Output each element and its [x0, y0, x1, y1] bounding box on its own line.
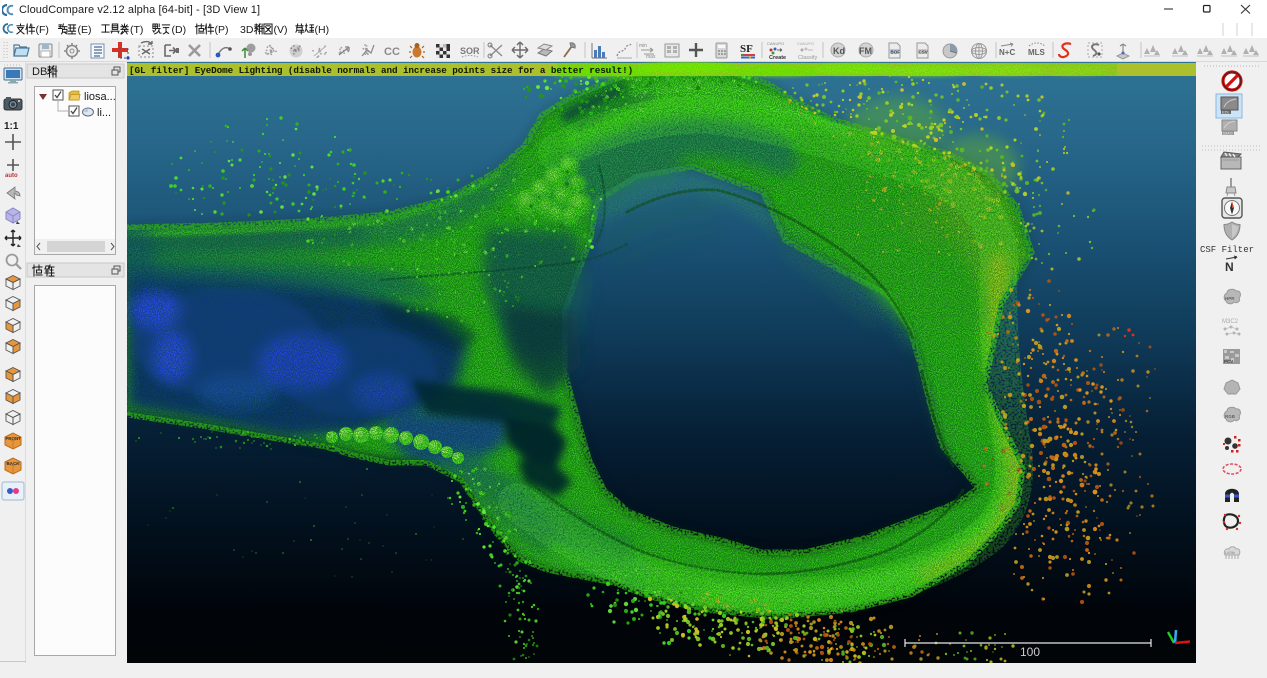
- svg-text:M3C2: M3C2: [1222, 319, 1239, 325]
- svg-text:max: max: [646, 54, 656, 60]
- svg-text:CSV: CSV: [919, 50, 928, 55]
- svg-text:SOR: SOR: [460, 46, 480, 56]
- svg-text:liosa...: liosa...: [84, 91, 116, 103]
- svg-text:BACK: BACK: [7, 461, 21, 466]
- svg-text:SSAO: SSAO: [1223, 132, 1233, 136]
- svg-text:(E): (E): [78, 24, 92, 36]
- svg-text:(P): (P): [215, 24, 229, 36]
- svg-text:CC: CC: [384, 46, 400, 58]
- svg-text:1:1: 1:1: [4, 121, 19, 132]
- svg-text:PCV: PCV: [1224, 359, 1233, 364]
- svg-text:EDL: EDL: [1222, 110, 1231, 115]
- svg-text:CSF Filter: CSF Filter: [1200, 245, 1254, 255]
- svg-text:LASlib: LASlib: [1225, 551, 1235, 555]
- svg-text:N+C: N+C: [999, 48, 1015, 57]
- svg-text:(V): (V): [274, 24, 288, 36]
- svg-text:auto: auto: [5, 173, 18, 179]
- svg-text:HPR: HPR: [1225, 296, 1235, 301]
- svg-text:3D: 3D: [240, 24, 254, 36]
- svg-text:MLS: MLS: [1028, 48, 1046, 57]
- svg-text:Classify: Classify: [798, 55, 818, 61]
- svg-text:(H): (H): [315, 24, 330, 36]
- svg-text:FM: FM: [859, 46, 872, 56]
- svg-text:Kd: Kd: [833, 46, 845, 56]
- svg-text:min: min: [639, 43, 647, 49]
- svg-text:[GL filter] EyeDome Lighting (: [GL filter] EyeDome Lighting (disable no…: [129, 65, 633, 76]
- svg-text:(T): (T): [130, 24, 143, 36]
- svg-text:N: N: [1225, 260, 1234, 274]
- svg-text:(D): (D): [172, 24, 187, 36]
- svg-text:RGB: RGB: [1225, 414, 1236, 419]
- svg-text:SF: SF: [740, 43, 753, 55]
- svg-text:(F): (F): [36, 24, 49, 36]
- svg-text:CANUPO: CANUPO: [767, 41, 784, 46]
- svg-text:CANUPO: CANUPO: [797, 41, 814, 46]
- svg-text:Create: Create: [769, 55, 786, 61]
- svg-text:FRONT: FRONT: [6, 436, 22, 441]
- svg-text:BOF: BOF: [891, 50, 901, 55]
- svg-text:DB: DB: [32, 66, 47, 78]
- svg-text:li...: li...: [97, 107, 111, 119]
- svg-text:100: 100: [1020, 645, 1040, 659]
